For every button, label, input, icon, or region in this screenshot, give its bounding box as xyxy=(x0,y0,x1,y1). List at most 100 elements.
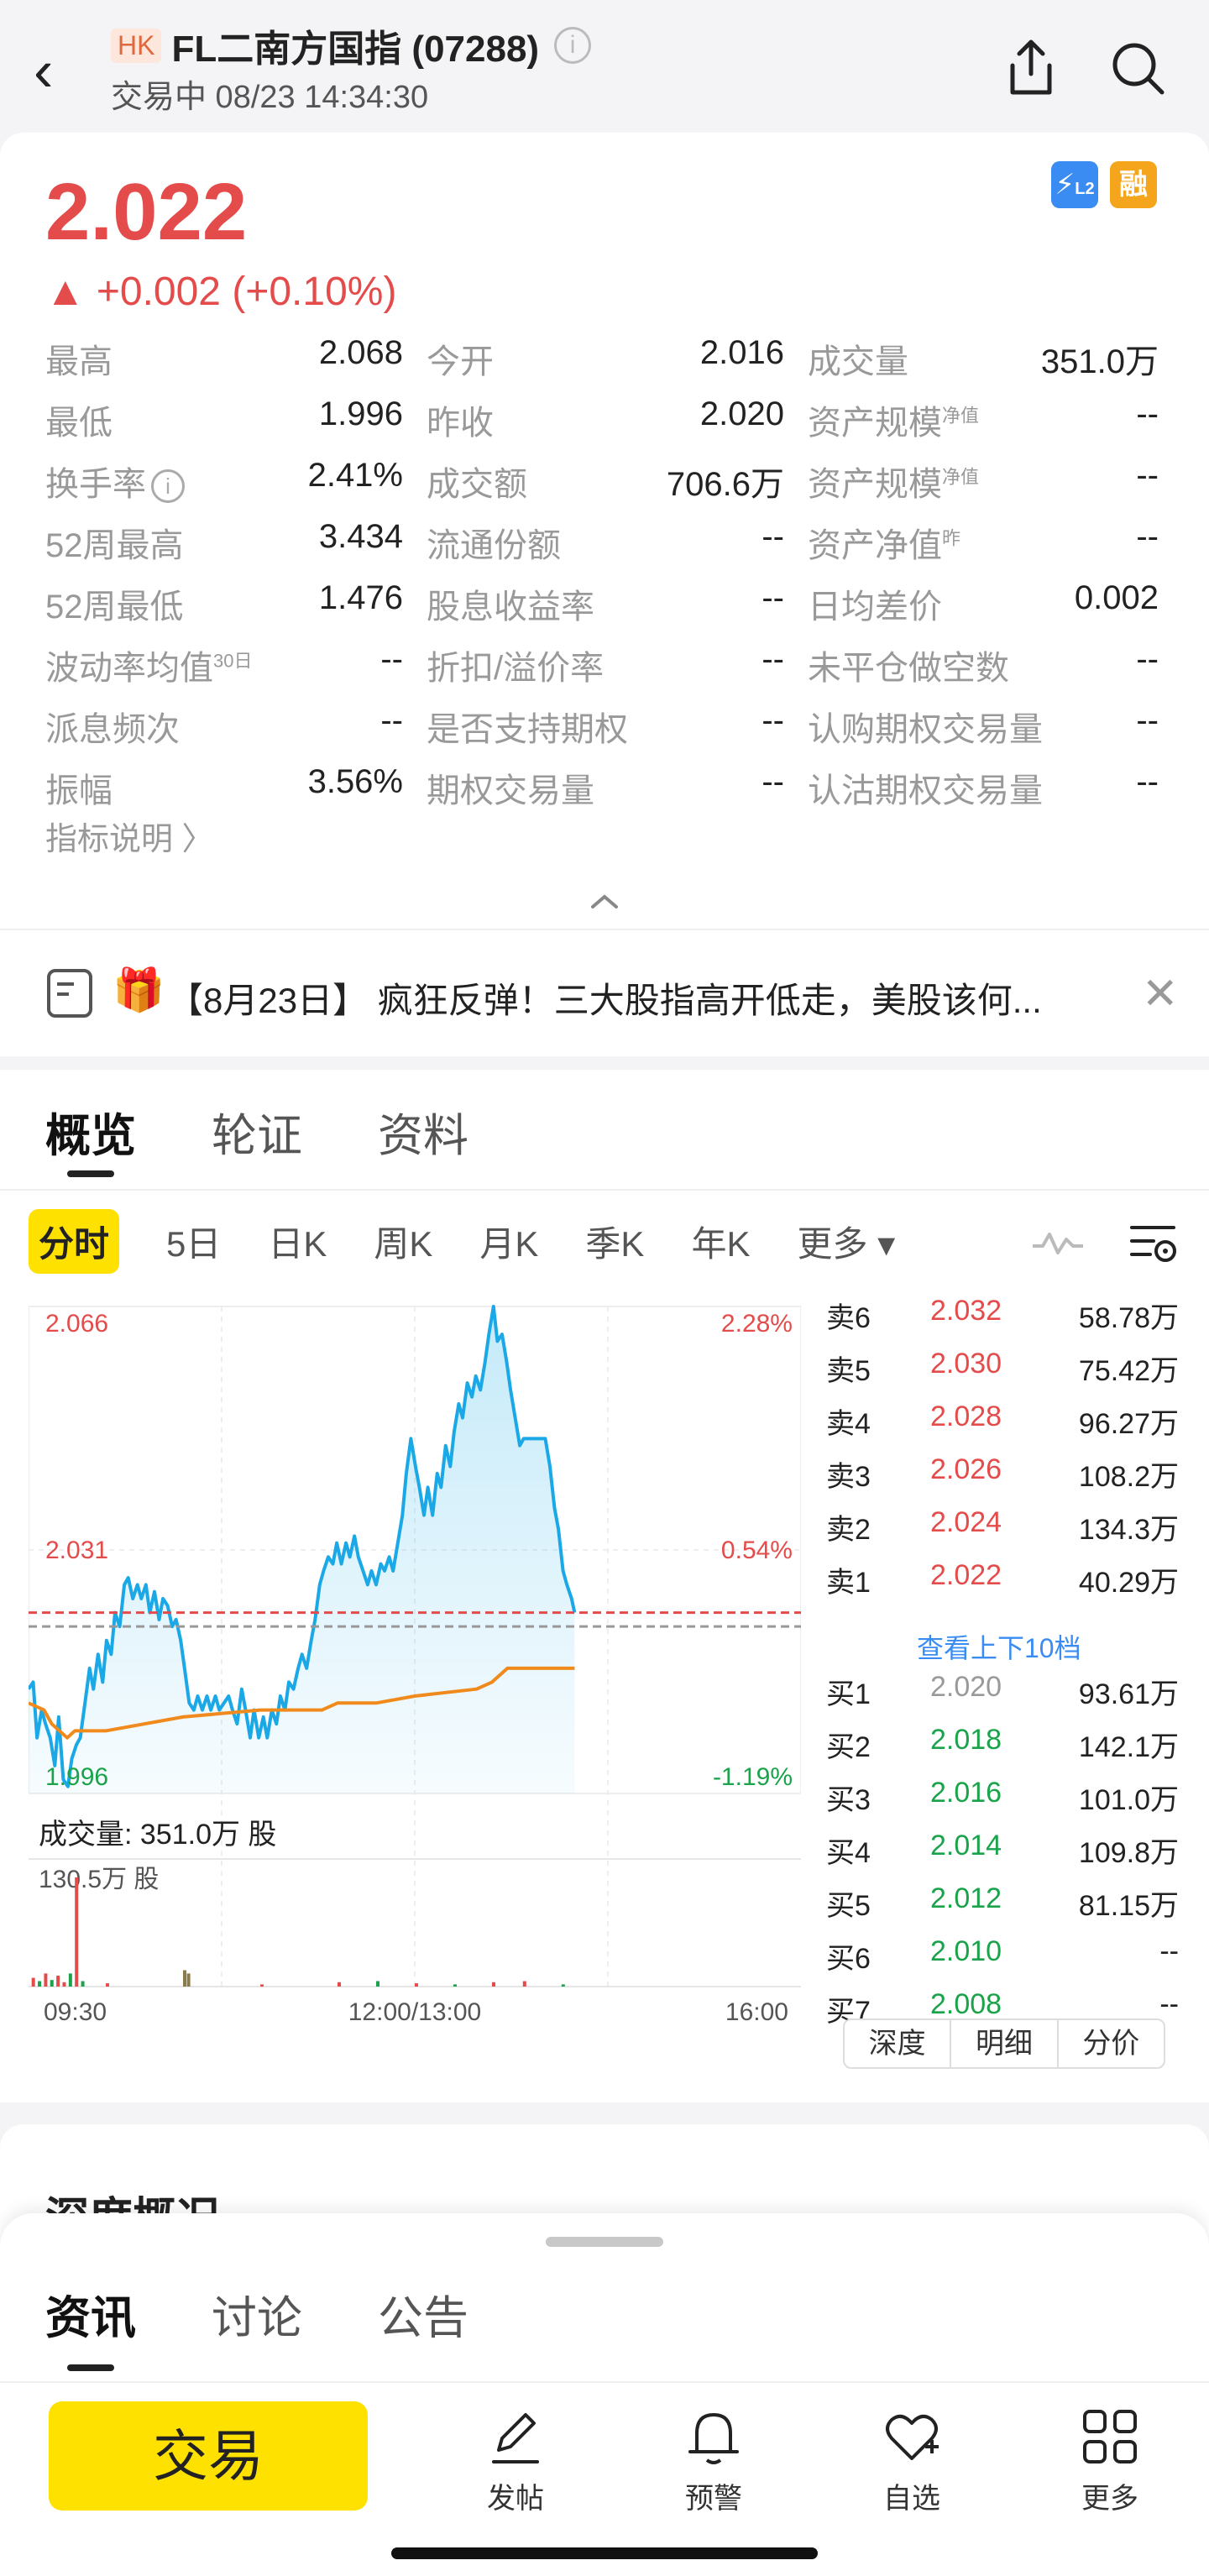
stat-label-text: 资产规模 xyxy=(808,466,942,503)
period-monthly[interactable]: 月K xyxy=(479,1216,538,1267)
stat-value: 351.0万 xyxy=(1040,343,1159,380)
home-indicator xyxy=(391,2547,818,2559)
nav-more[interactable]: 更多 xyxy=(1060,2403,1160,2521)
order-price: 2.016 xyxy=(930,1777,1002,1809)
tab-news[interactable]: 资讯 xyxy=(45,2280,136,2347)
stat-label-text: 52周最低 xyxy=(45,589,184,626)
order-volume: 109.8万 xyxy=(1078,1837,1179,1869)
heart-plus-icon xyxy=(886,2414,939,2460)
volume-bar xyxy=(106,1983,109,1987)
title-row: HK FL二南方国指 (07288) i xyxy=(111,22,592,70)
info-icon[interactable]: i xyxy=(151,469,185,504)
stat-label: 成交额 xyxy=(427,457,527,505)
news-headline[interactable]: 【8月23日】 疯狂反弹！三大股指高开低走，美股该何... xyxy=(168,972,1042,1024)
order-volume: 134.3万 xyxy=(1078,1514,1179,1546)
level2-badge-text: L2 xyxy=(1075,180,1095,198)
period-quarterly[interactable]: 季K xyxy=(585,1216,644,1267)
order-level-label: 卖1 xyxy=(826,1567,871,1599)
news-banner[interactable]: 🎁 【8月23日】 疯狂反弹！三大股指高开低走，美股该何... ✕ xyxy=(0,929,1209,1055)
volume-bar xyxy=(68,1973,72,1987)
x-tick: 16:00 xyxy=(725,1998,788,2026)
period-more-dropdown[interactable]: 更多 ▾ xyxy=(797,1216,895,1267)
header: ‹ HK FL二南方国指 (07288) i 交易中 08/23 14:34:3… xyxy=(0,0,1209,134)
period-yearly[interactable]: 年K xyxy=(691,1216,750,1267)
stat-label: 未平仓做空数 xyxy=(808,641,1009,689)
order-level-label: 卖5 xyxy=(826,1355,871,1387)
axis-price-max: 2.066 xyxy=(45,1310,108,1338)
stat-label: 52周最高 xyxy=(45,518,184,567)
stat-label-text: 未平仓做空数 xyxy=(808,650,1009,687)
stat-label: 资产规模净值 xyxy=(808,457,979,505)
volume-bar xyxy=(183,1970,186,1987)
stat-label-text: 认购期权交易量 xyxy=(808,711,1043,748)
order-volume: 58.78万 xyxy=(1078,1302,1179,1334)
market-badge: HK xyxy=(111,28,162,63)
order-book-row: 卖2 2.024 134.3万 xyxy=(826,1506,1187,1557)
stat-label-text: 资产规模 xyxy=(808,405,942,442)
stat-label-text: 换手率 xyxy=(45,466,146,503)
bottom-sheet: 资讯 讨论 公告 交易 发帖 预警 自选 更多 xyxy=(0,2213,1209,2576)
back-icon[interactable]: ‹ xyxy=(34,37,84,104)
chart-settings-icon[interactable] xyxy=(1128,1221,1179,1266)
volume-bar xyxy=(50,1980,54,1987)
volume-bar xyxy=(186,1973,191,1987)
period-5day[interactable]: 5日 xyxy=(166,1216,221,1267)
price-change: ▲ +0.002 (+0.10%) xyxy=(45,270,397,314)
volume-bar xyxy=(522,1981,526,1987)
chevron-up-icon[interactable] xyxy=(588,888,621,914)
stat-label: 波动率均值30日 xyxy=(45,641,252,689)
order-volume: -- xyxy=(1159,1988,1179,2020)
trade-button[interactable]: 交易 xyxy=(49,2401,368,2511)
stat-label-text: 振幅 xyxy=(45,772,113,809)
order-book-row: 买2 2.018 142.1万 xyxy=(826,1724,1187,1774)
nav-watchlist[interactable]: 自选 xyxy=(861,2403,962,2521)
order-price: 2.014 xyxy=(930,1830,1002,1861)
tab-overview[interactable]: 概览 xyxy=(45,1098,136,1165)
share-icon[interactable] xyxy=(1004,37,1058,97)
order-book-row: 卖3 2.026 108.2万 xyxy=(826,1453,1187,1504)
stat-label: 资产净值昨 xyxy=(808,518,960,567)
nav-post[interactable]: 发帖 xyxy=(465,2403,566,2521)
tab-discussion[interactable]: 讨论 xyxy=(212,2280,302,2347)
order-price: 2.020 xyxy=(930,1671,1002,1703)
intraday-chart[interactable]: 2.066 2.031 1.996 2.28% 0.54% -1.19% 成交量: 351.… xyxy=(29,1290,801,2062)
stat-value: -- xyxy=(762,763,784,800)
show-10-levels-link[interactable]: 查看上下10档 xyxy=(917,1627,1081,1666)
stat-value: 0.002 xyxy=(1074,579,1159,616)
stat-value: 1.996 xyxy=(318,395,403,432)
close-icon[interactable]: ✕ xyxy=(1142,969,1179,1019)
tab-announcements[interactable]: 公告 xyxy=(378,2280,468,2347)
tab-price-distribution[interactable]: 分价 xyxy=(1059,2020,1164,2067)
tab-depth[interactable]: 深度 xyxy=(845,2020,952,2067)
stat-label: 期权交易量 xyxy=(427,763,594,812)
nav-alert[interactable]: 预警 xyxy=(663,2403,764,2521)
stat-label: 认购期权交易量 xyxy=(808,702,1043,751)
tab-warrants[interactable]: 轮证 xyxy=(212,1098,302,1165)
axis-pct-max: 2.28% xyxy=(721,1310,793,1338)
nav-post-label: 发帖 xyxy=(487,2483,544,2515)
stat-value: -- xyxy=(762,641,784,678)
tab-profile[interactable]: 资料 xyxy=(378,1098,468,1165)
stat-label: 资产规模净值 xyxy=(808,395,979,444)
order-volume: 75.42万 xyxy=(1078,1355,1179,1387)
order-book-row: 卖1 2.022 40.29万 xyxy=(826,1559,1187,1610)
stat-value: -- xyxy=(1136,395,1159,432)
document-icon xyxy=(47,969,92,1018)
info-icon[interactable]: i xyxy=(554,27,592,64)
volume-bar xyxy=(75,1877,79,1987)
order-volume: 108.2万 xyxy=(1078,1461,1179,1493)
indicator-explanation-link[interactable]: 指标说明 〉 xyxy=(45,813,214,859)
order-level-label: 卖3 xyxy=(826,1461,871,1493)
stat-value: 3.434 xyxy=(318,518,403,555)
period-daily[interactable]: 日K xyxy=(268,1216,327,1267)
chart-card: 概览 轮证 资料 分时 5日 日K 周K 月K 季K 年K 更多 ▾ 2.066… xyxy=(0,1070,1209,2102)
wave-icon[interactable] xyxy=(1031,1226,1085,1259)
drag-handle[interactable] xyxy=(546,2237,663,2247)
stat-label-text: 今开 xyxy=(427,343,494,380)
period-intraday[interactable]: 分时 xyxy=(29,1208,120,1274)
tab-details[interactable]: 明细 xyxy=(951,2020,1059,2067)
period-weekly[interactable]: 周K xyxy=(374,1216,432,1267)
search-icon[interactable] xyxy=(1108,39,1167,97)
stat-value: -- xyxy=(1136,457,1159,494)
order-price: 2.028 xyxy=(930,1401,1002,1432)
